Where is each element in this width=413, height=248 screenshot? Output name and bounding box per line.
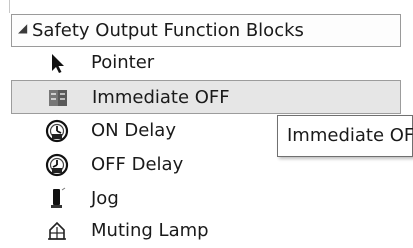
item-label: Muting Lamp bbox=[91, 220, 209, 241]
item-label: OFF Delay bbox=[91, 154, 184, 175]
item-label: Immediate OFF bbox=[92, 87, 230, 108]
toolbox-item-jog[interactable]: Jog bbox=[11, 182, 401, 216]
item-label: Pointer bbox=[91, 52, 155, 73]
muting-lamp-icon bbox=[48, 221, 66, 240]
off-delay-timer-icon bbox=[45, 153, 69, 177]
on-delay-timer-icon bbox=[45, 119, 69, 143]
immediate-off-block-icon bbox=[49, 90, 67, 106]
item-label: ON Delay bbox=[91, 120, 176, 141]
category-title: Safety Output Function Blocks bbox=[32, 20, 304, 41]
collapse-triangle-icon[interactable]: ◢ bbox=[18, 21, 27, 35]
toolbox-panel: ◢ Safety Output Function Blocks Pointer … bbox=[0, 0, 413, 245]
tooltip: Immediate OFF bbox=[277, 115, 413, 157]
pointer-arrow-icon bbox=[52, 54, 64, 73]
toolbox-item-muting-lamp[interactable]: Muting Lamp bbox=[11, 214, 401, 248]
item-label: Jog bbox=[91, 188, 119, 209]
category-header[interactable]: ◢ Safety Output Function Blocks bbox=[11, 14, 401, 47]
toolbox-item-immediate-off[interactable]: Immediate OFF bbox=[11, 80, 401, 114]
top-strip bbox=[0, 0, 413, 13]
tooltip-text: Immediate OFF bbox=[287, 125, 413, 146]
toolbox-item-pointer[interactable]: Pointer bbox=[11, 46, 401, 80]
jog-switch-icon bbox=[51, 187, 66, 208]
divider bbox=[9, 0, 10, 13]
